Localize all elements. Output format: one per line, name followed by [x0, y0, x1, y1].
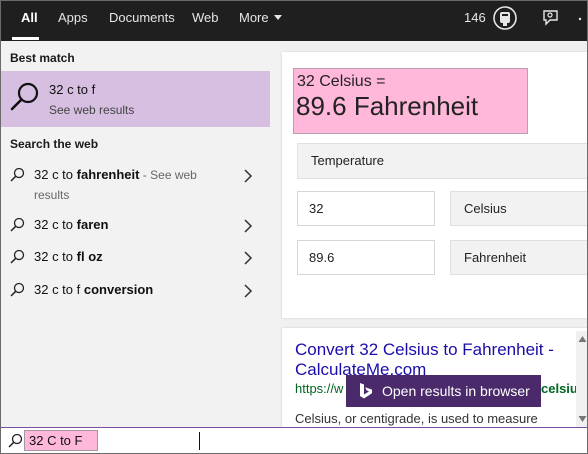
from-value-input[interactable]: 32	[297, 191, 435, 226]
preview-panel: 32 Celsius = 89.6 Fahrenheit Temperature…	[280, 41, 587, 427]
rewards-points: 146	[464, 10, 486, 25]
result-snippet: Celsius, or centigrade, is used to measu…	[295, 411, 538, 426]
top-bar: All Apps Documents Web More 146	[1, 1, 587, 41]
preview-scrollbar[interactable]	[576, 331, 587, 427]
from-unit-select[interactable]: Celsius	[450, 191, 587, 226]
open-results-in-browser-button[interactable]: Open results in browser	[346, 375, 541, 407]
unit-category-select[interactable]: Temperature	[297, 143, 587, 179]
search-icon	[10, 249, 25, 264]
to-value-input[interactable]: 89.6	[297, 240, 435, 275]
more-options-icon[interactable]	[578, 15, 586, 23]
search-icon	[10, 82, 39, 111]
tab-all[interactable]: All	[21, 1, 38, 41]
suggestion-bold: fl oz	[76, 249, 103, 264]
web-suggestion-text: 32 c to faren	[34, 215, 234, 234]
web-suggestion-text: 32 c to fl oz	[34, 247, 234, 266]
search-icon	[10, 167, 25, 182]
search-window: All Apps Documents Web More 146 Best mat…	[0, 0, 588, 454]
web-suggestion-item[interactable]: 32 c to fahrenheit - See web results	[1, 165, 270, 203]
scroll-down-icon[interactable]	[578, 415, 587, 423]
web-suggestion-item[interactable]: 32 c to fl oz	[1, 247, 270, 269]
open-results-label: Open results in browser	[382, 383, 530, 399]
text-cursor	[199, 432, 200, 450]
to-unit-select[interactable]: Fahrenheit	[450, 240, 587, 275]
chevron-right-icon[interactable]	[243, 169, 253, 183]
tab-apps[interactable]: Apps	[58, 1, 88, 41]
web-suggestion-text: 32 c to fahrenheit - See web results	[34, 165, 234, 205]
web-suggestion-text: 32 c to f conversion	[34, 280, 234, 299]
tab-more[interactable]: More	[239, 1, 282, 41]
search-bar	[1, 427, 587, 453]
result-title-link[interactable]: Convert 32 Celsius to Fahrenheit - Calcu…	[295, 340, 555, 380]
suggestion-bold: conversion	[83, 282, 154, 297]
best-match-subtitle: See web results	[49, 103, 135, 117]
scroll-up-icon[interactable]	[578, 335, 587, 343]
suggestion-bold: faren	[76, 217, 109, 232]
conversion-result: 89.6 Fahrenheit	[296, 91, 479, 121]
unit-converter-card: 32 Celsius = 89.6 Fahrenheit Temperature…	[282, 52, 587, 318]
suggestion-prefix: 32 c to	[34, 167, 77, 182]
active-tab-indicator	[12, 37, 39, 40]
reward-icon[interactable]	[491, 5, 519, 31]
suggestion-prefix: 32 c to f	[34, 282, 84, 297]
bing-icon	[360, 383, 372, 399]
chevron-right-icon[interactable]	[243, 284, 253, 298]
suggestion-prefix: 32 c to	[34, 217, 77, 232]
best-match-item[interactable]: 32 c to f See web results	[1, 71, 270, 127]
conversion-input-summary: 32 Celsius =	[297, 73, 386, 90]
conversion-result-highlight: 32 Celsius = 89.6 Fahrenheit	[293, 68, 528, 134]
best-match-heading: Best match	[10, 51, 75, 65]
suggestion-bold: fahrenheit	[76, 167, 140, 182]
search-input[interactable]	[29, 430, 189, 451]
tab-web[interactable]: Web	[192, 1, 219, 41]
feedback-icon[interactable]	[541, 8, 561, 28]
web-suggestion-item[interactable]: 32 c to faren	[1, 215, 270, 237]
search-icon	[8, 433, 23, 448]
search-web-heading: Search the web	[10, 137, 99, 151]
web-suggestion-item[interactable]: 32 c to f conversion	[1, 280, 270, 302]
suggestion-prefix: 32 c to	[34, 249, 77, 264]
search-icon	[10, 217, 25, 232]
tab-more-label: More	[239, 10, 269, 25]
result-url: https://w	[295, 381, 344, 396]
chevron-down-icon	[273, 15, 282, 20]
search-icon	[10, 282, 25, 297]
best-match-title: 32 c to f	[49, 82, 96, 97]
chevron-right-icon[interactable]	[243, 219, 253, 233]
results-list-panel: Best match 32 c to f See web results Sea…	[1, 41, 280, 427]
tab-documents[interactable]: Documents	[109, 1, 175, 41]
chevron-right-icon[interactable]	[243, 251, 253, 265]
